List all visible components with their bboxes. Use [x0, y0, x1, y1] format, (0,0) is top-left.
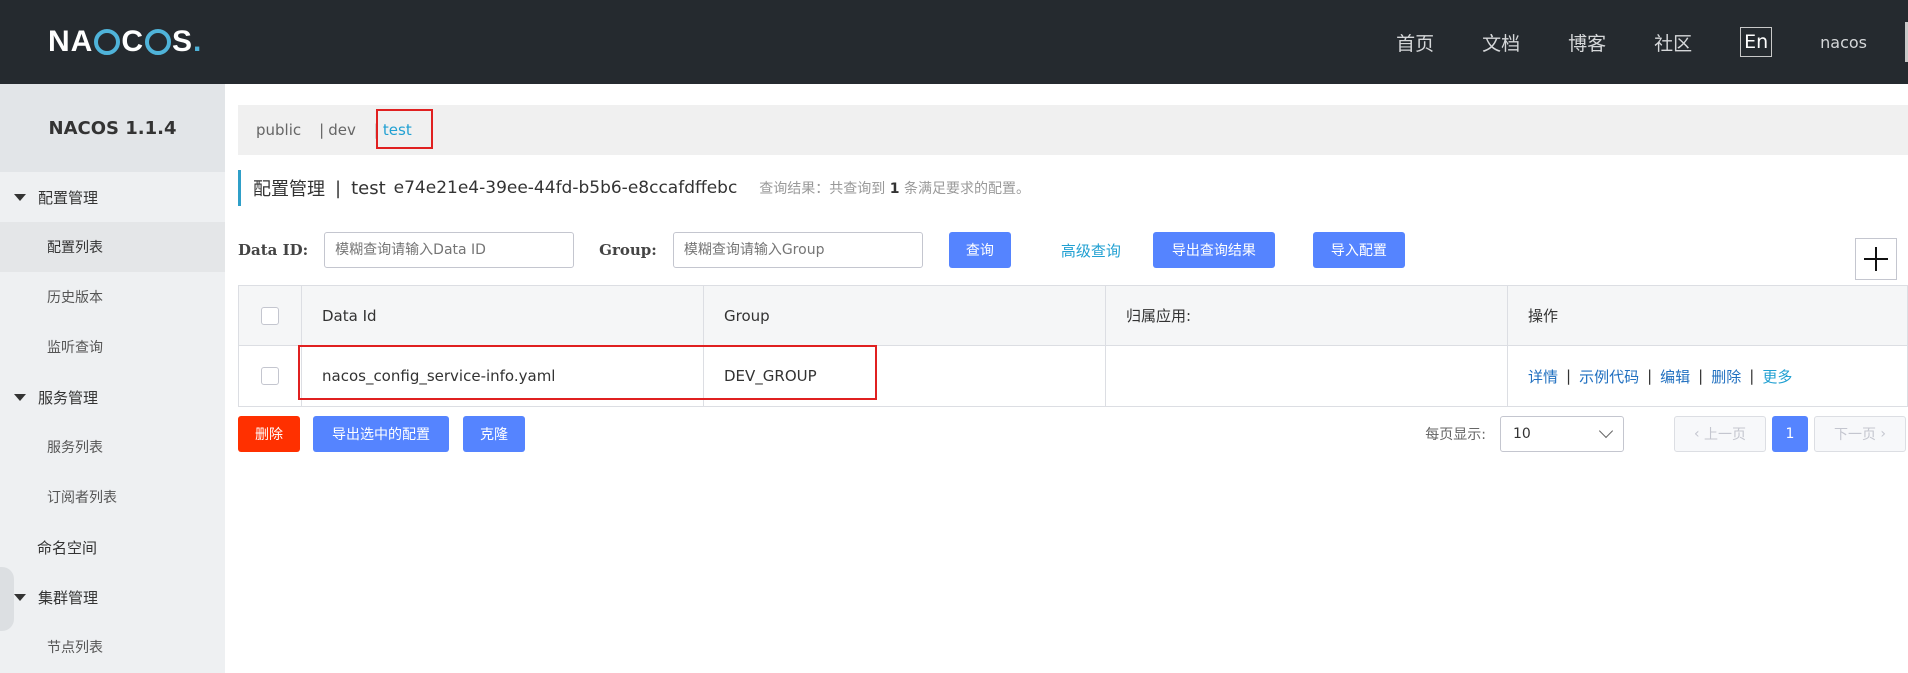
logo-ring-icon — [145, 29, 172, 55]
batch-actions: 删除 导出选中的配置 克隆 — [238, 416, 525, 452]
header-checkbox-cell — [239, 286, 302, 345]
delete-button[interactable]: 删除 — [238, 416, 300, 452]
nav-docs[interactable]: 文档 — [1482, 29, 1520, 56]
nav-home[interactable]: 首页 — [1396, 29, 1434, 56]
namespace-public[interactable]: public — [256, 121, 301, 139]
cell-app — [1106, 346, 1508, 406]
top-nav: 首页 文档 博客 社区 En nacos — [1396, 0, 1908, 84]
sidebar-group-label: 配置管理 — [38, 188, 99, 207]
pagination: 每页显示: 10 ‹ 上一页 1 下一页 › — [1425, 416, 1908, 452]
row-checkbox-cell — [239, 346, 302, 406]
title-namespace: test — [351, 177, 386, 199]
namespace-bar: public | dev | test — [238, 105, 1908, 155]
chevron-right-icon: › — [1875, 426, 1887, 442]
op-more-link[interactable]: 更多 — [1762, 366, 1792, 387]
nav-blog[interactable]: 博客 — [1568, 29, 1606, 56]
export-selected-button[interactable]: 导出选中的配置 — [313, 416, 449, 452]
cell-ops: 详情 | 示例代码 | 编辑 | 删除 | 更多 — [1528, 366, 1793, 387]
nav-community[interactable]: 社区 — [1654, 29, 1692, 56]
search-row: Data ID: Group: 查询 高级查询 导出查询结果 导入配置 — [238, 232, 1405, 268]
sidebar-item-nodes[interactable]: 节点列表 — [0, 622, 225, 672]
add-config-button[interactable] — [1855, 238, 1897, 280]
version-label: NACOS 1.1.4 — [0, 84, 225, 172]
logo-ring-icon — [94, 29, 121, 55]
caret-down-icon — [14, 393, 26, 401]
language-switch[interactable]: En — [1740, 27, 1773, 57]
cell-group: DEV_GROUP — [704, 346, 1106, 406]
import-config-button[interactable]: 导入配置 — [1312, 232, 1405, 268]
page-size-label: 每页显示: — [1425, 427, 1486, 443]
namespace-dev[interactable]: dev — [328, 121, 356, 139]
title-separator: | — [335, 177, 342, 199]
sidebar-item-namespace[interactable]: 命名空间 — [0, 522, 225, 572]
namespace-separator: | — [373, 121, 379, 139]
group-input[interactable] — [672, 232, 923, 268]
op-sample-code-link[interactable]: 示例代码 — [1579, 366, 1639, 387]
query-button[interactable]: 查询 — [948, 232, 1011, 268]
sidebar-group-service[interactable]: 服务管理 — [0, 372, 225, 422]
group-label: Group: — [599, 241, 657, 259]
op-edit-link[interactable]: 编辑 — [1660, 366, 1690, 387]
column-header-dataid: Data Id — [302, 286, 704, 345]
sidebar-collapse-handle[interactable] — [0, 567, 14, 631]
cell-dataid: nacos_config_service-info.yaml — [302, 346, 704, 406]
title-namespace-id: e74e21e4-39ee-44fd-b5b6-e8ccafdffebc — [393, 178, 738, 198]
sidebar-item-subscribers[interactable]: 订阅者列表 — [0, 472, 225, 522]
column-header-group: Group — [704, 286, 1106, 345]
select-all-checkbox[interactable] — [261, 306, 279, 325]
prev-page-button[interactable]: ‹ 上一页 — [1674, 416, 1766, 452]
dataid-label: Data ID: — [238, 241, 309, 259]
page-title: 配置管理 | test e74e21e4-39ee-44fd-b5b6-e8cc… — [238, 170, 1030, 206]
top-header: NA C S. 首页 文档 博客 社区 En nacos — [0, 0, 1908, 84]
advanced-query-link[interactable]: 高级查询 — [1061, 240, 1121, 261]
sidebar-item-listener-query[interactable]: 监听查询 — [0, 322, 225, 372]
sidebar: NACOS 1.1.4 配置管理 配置列表 历史版本 监听查询 服务管理 服务列… — [0, 84, 225, 673]
column-header-ops: 操作 — [1528, 307, 1559, 325]
export-results-button[interactable]: 导出查询结果 — [1152, 232, 1275, 268]
nacos-logo[interactable]: NA C S. — [48, 24, 202, 60]
query-result-hint: 查询结果：共查询到 1 条满足要求的配置。 — [759, 181, 1030, 197]
namespace-separator: | — [319, 121, 325, 139]
sidebar-group-config[interactable]: 配置管理 — [0, 172, 225, 222]
user-name[interactable]: nacos — [1820, 33, 1867, 52]
clone-button[interactable]: 克隆 — [463, 416, 525, 452]
page-size-select[interactable]: 10 — [1500, 416, 1624, 452]
config-table: Data Id Group 归属应用: 操作 nacos_config_serv… — [238, 285, 1908, 407]
table-row: nacos_config_service-info.yaml DEV_GROUP… — [239, 346, 1907, 406]
page-title-text: 配置管理 — [253, 179, 325, 200]
dataid-input[interactable] — [324, 232, 575, 268]
page-size-value: 10 — [1513, 426, 1531, 442]
row-checkbox[interactable] — [261, 367, 279, 385]
table-header-row: Data Id Group 归属应用: 操作 — [239, 286, 1907, 346]
sidebar-group-label: 集群管理 — [38, 588, 99, 607]
sidebar-menu: 配置管理 配置列表 历史版本 监听查询 服务管理 服务列表 订阅者列表 命名空间… — [0, 172, 225, 672]
column-header-app: 归属应用: — [1106, 286, 1508, 345]
current-page[interactable]: 1 — [1772, 416, 1808, 452]
caret-down-icon — [14, 593, 26, 601]
chevron-down-icon — [1598, 423, 1614, 439]
next-page-button[interactable]: 下一页 › — [1814, 416, 1906, 452]
op-detail-link[interactable]: 详情 — [1528, 366, 1558, 387]
namespace-test[interactable]: test — [383, 121, 412, 139]
sidebar-item-history[interactable]: 历史版本 — [0, 272, 225, 322]
sidebar-group-cluster[interactable]: 集群管理 — [0, 572, 225, 622]
sidebar-item-config-list[interactable]: 配置列表 — [0, 222, 225, 272]
sidebar-item-service-list[interactable]: 服务列表 — [0, 422, 225, 472]
caret-down-icon — [14, 193, 26, 201]
chevron-left-icon: ‹ — [1693, 426, 1705, 442]
op-delete-link[interactable]: 删除 — [1711, 366, 1741, 387]
sidebar-group-label: 服务管理 — [38, 388, 99, 407]
